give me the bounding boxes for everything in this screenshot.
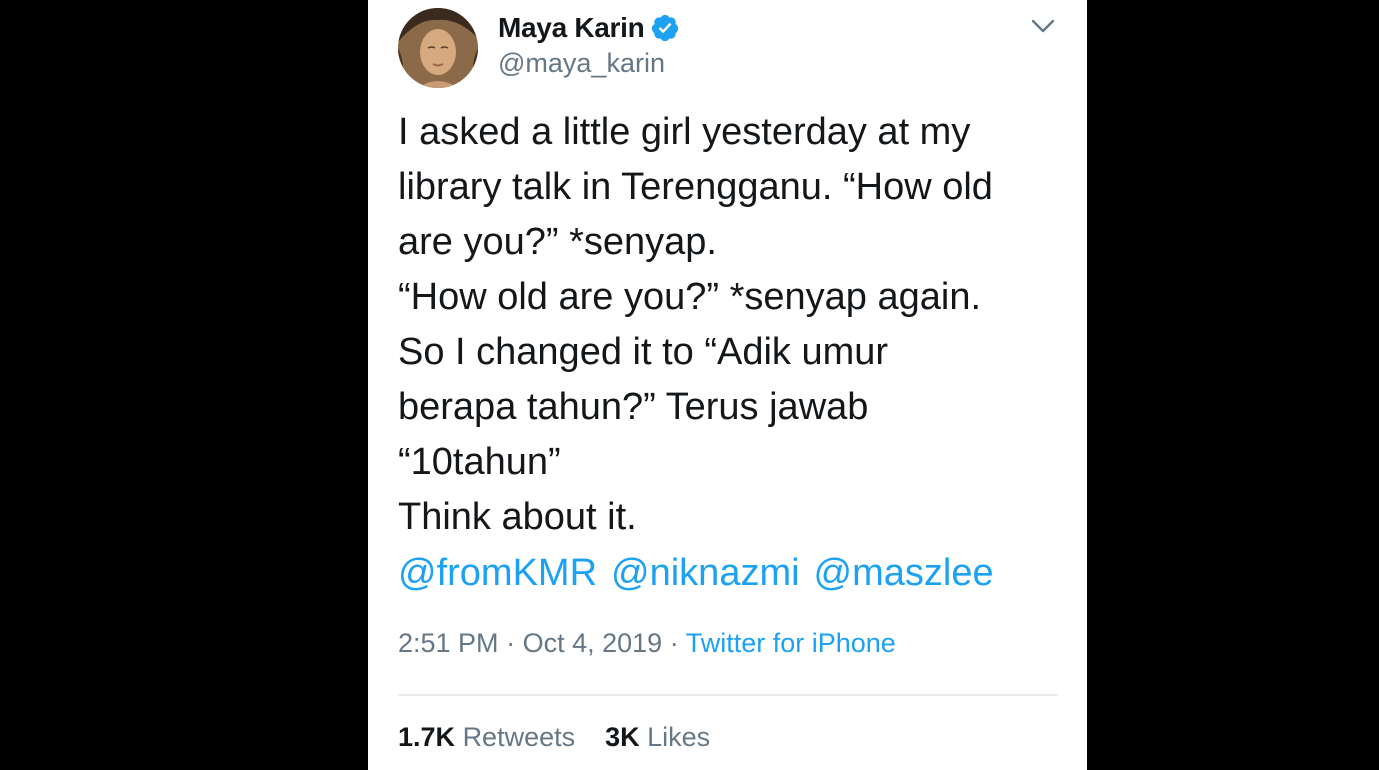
retweets-label: Retweets bbox=[462, 722, 576, 752]
tweet-text-line: library talk in Terengganu. “How old bbox=[398, 166, 993, 208]
mention-link-fromkmr[interactable]: @fromKMR bbox=[398, 552, 597, 594]
chevron-down-icon[interactable] bbox=[1029, 14, 1057, 38]
retweets-count: 1.7K bbox=[398, 722, 456, 752]
tweet-text-line: “10tahun” bbox=[398, 441, 561, 483]
likes-count: 3K bbox=[605, 722, 640, 752]
likes-label: Likes bbox=[647, 722, 711, 752]
tweet-stats: 1.7K Retweets 3K Likes bbox=[398, 722, 710, 753]
meta-separator: · bbox=[506, 628, 516, 658]
tweet-text-line: Think about it. bbox=[398, 496, 637, 538]
divider bbox=[398, 694, 1058, 696]
avatar[interactable] bbox=[398, 8, 478, 88]
meta-separator: · bbox=[669, 628, 679, 658]
tweet-meta: 2:51 PM · Oct 4, 2019 · Twitter for iPho… bbox=[398, 628, 896, 659]
tweet-date[interactable]: Oct 4, 2019 bbox=[523, 628, 663, 658]
mention-link-niknazmi[interactable]: @niknazmi bbox=[611, 552, 800, 594]
author-display-name[interactable]: Maya Karin bbox=[498, 12, 645, 44]
tweet-source-link[interactable]: Twitter for iPhone bbox=[686, 628, 896, 658]
tweet-text-line: I asked a little girl yesterday at my bbox=[398, 111, 971, 153]
retweets-stat[interactable]: 1.7K Retweets bbox=[398, 722, 575, 752]
tweet-text: I asked a little girl yesterday at my li… bbox=[398, 105, 1073, 545]
author-handle[interactable]: @maya_karin bbox=[498, 48, 665, 79]
tweet-text-line: are you?” *senyap. bbox=[398, 221, 717, 263]
likes-stat[interactable]: 3K Likes bbox=[605, 722, 710, 752]
mentions: @fromKMR @niknazmi @maszlee bbox=[398, 546, 1008, 601]
verified-badge-icon bbox=[652, 14, 679, 42]
tweet-text-line: berapa tahun?” Terus jawab bbox=[398, 386, 869, 428]
tweet-text-line: “How old are you?” *senyap again. bbox=[398, 276, 982, 318]
tweet-time[interactable]: 2:51 PM bbox=[398, 628, 499, 658]
mention-link-maszlee[interactable]: @maszlee bbox=[814, 552, 994, 594]
author-name-row[interactable]: Maya Karin bbox=[498, 10, 680, 46]
tweet-card: Maya Karin @maya_karin I asked a little … bbox=[368, 0, 1087, 770]
tweet-text-line: So I changed it to “Adik umur bbox=[398, 331, 889, 373]
